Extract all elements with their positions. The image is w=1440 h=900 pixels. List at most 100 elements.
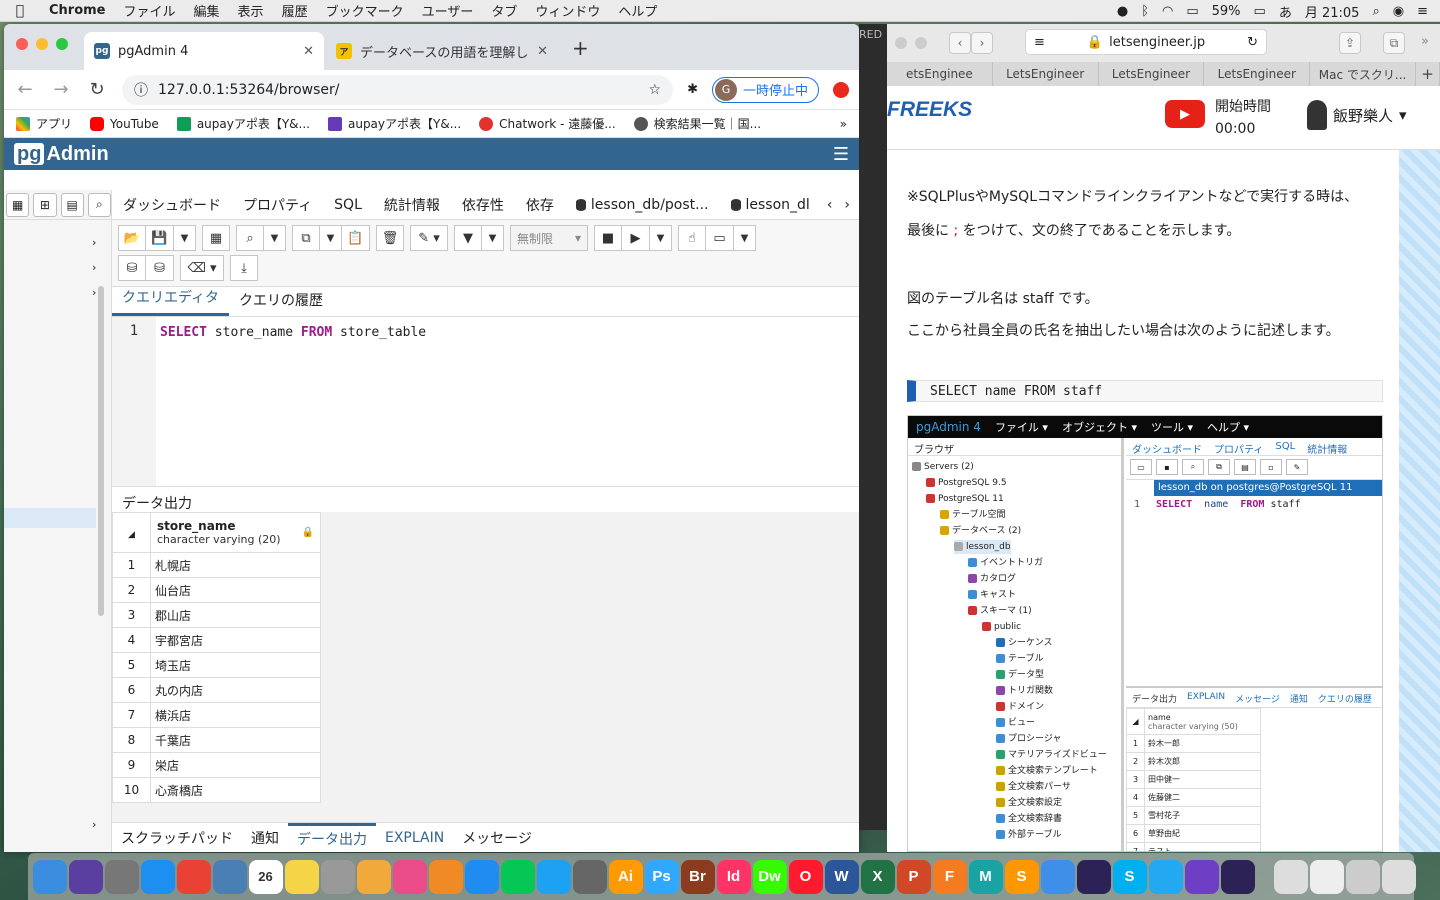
omnibox[interactable]: ⓘ 127.0.0.1:53264/browser/ ☆ [122, 74, 674, 105]
reader-icon[interactable]: ≡ [1034, 35, 1045, 50]
find-icon[interactable]: ⌕ [236, 225, 264, 251]
vscode-icon[interactable] [1148, 859, 1183, 894]
user-menu[interactable]: 飯野樂人 ▾ [1307, 100, 1407, 130]
more-icon[interactable]: » [1421, 34, 1429, 49]
bookmark-youtube[interactable]: YouTube [90, 116, 159, 131]
bookmark-aupay-2[interactable]: aupayアポ表【Y&... [327, 115, 461, 132]
commit-icon[interactable]: ☝ [678, 225, 706, 251]
edit-grid-icon[interactable]: ▦ [202, 225, 230, 251]
menu-bookmarks[interactable]: ブックマーク [317, 1, 413, 20]
maps-icon[interactable] [1040, 859, 1075, 894]
copy-icon[interactable]: ⧉ [292, 225, 320, 251]
notification-center-icon[interactable]: ≡ [1417, 4, 1428, 19]
new-tab-button[interactable]: + [572, 36, 589, 60]
tab-explain[interactable]: EXPLAIN [376, 823, 453, 853]
view-data-icon[interactable]: ⊞ [33, 192, 57, 217]
row-number[interactable]: 5 [112, 652, 151, 678]
download-icon[interactable]: ⤓ [230, 255, 258, 281]
tab-pgadmin[interactable]: pg pgAdmin 4 ✕ [84, 32, 324, 70]
filter-dropdown-icon[interactable]: ▼ [482, 225, 504, 251]
tab-notifications[interactable]: 通知 [242, 823, 288, 853]
copy-dropdown-icon[interactable]: ▼ [320, 225, 342, 251]
tab-dependencies[interactable]: 依存性 [451, 195, 515, 215]
tab-database-terms[interactable]: ア データベースの用語を理解しよう ✕ [326, 32, 558, 70]
table-row[interactable]: 5 埼玉店 [112, 652, 321, 678]
downloads-folder-icon[interactable] [1310, 859, 1344, 894]
menu-edit[interactable]: 編集 [185, 1, 229, 20]
preview-icon[interactable] [212, 859, 247, 894]
tab-query-editor[interactable]: クエリエディタ [112, 287, 230, 316]
word-icon[interactable]: W [824, 859, 859, 894]
itunes-icon[interactable] [392, 859, 427, 894]
fusion360-icon[interactable]: F [932, 859, 967, 894]
update-icon[interactable] [833, 81, 849, 98]
table-cell[interactable]: 心斎橋店 [150, 777, 321, 803]
maya-icon[interactable]: M [968, 859, 1003, 894]
close-window-button[interactable] [895, 37, 907, 49]
table-cell[interactable]: 宇都宮店 [150, 627, 321, 653]
bookmark-apps[interactable]: アプリ [16, 115, 72, 132]
info-icon[interactable]: ⓘ [134, 80, 148, 100]
back-icon[interactable]: ‹ [949, 32, 971, 54]
sql-editor[interactable]: 1 SELECT store_name FROM store_table [112, 317, 859, 487]
tree-expanders[interactable]: › › › [92, 230, 96, 305]
forward-icon[interactable]: → [50, 79, 72, 100]
safari-tab[interactable]: Mac でスクリ... [1310, 62, 1416, 86]
sql-code[interactable]: SELECT store_name FROM store_table [160, 325, 426, 340]
photoshop-icon[interactable]: Ps [644, 859, 679, 894]
save-dropdown-icon[interactable]: ▼ [174, 225, 196, 251]
clock[interactable]: 月 21:05 [1305, 2, 1360, 21]
minimize-window-button[interactable] [36, 38, 48, 50]
menu-tab[interactable]: タブ [482, 1, 526, 20]
tab-query-lesson-dl[interactable]: lesson_dl [720, 197, 821, 213]
tab-scratch-pad[interactable]: スクラッチパッド [112, 823, 242, 853]
tree-scrollbar[interactable] [98, 286, 104, 616]
tab-query-history[interactable]: クエリの履歴 [229, 290, 333, 316]
line-icon[interactable] [500, 859, 535, 894]
table-cell[interactable]: 横浜店 [150, 702, 321, 728]
tabs-next-icon[interactable]: › [838, 197, 856, 213]
tab-data-output[interactable]: データ出力 [288, 822, 376, 853]
zoom-window-button[interactable] [56, 38, 68, 50]
tabs-overview-icon[interactable]: ⧉ [1383, 32, 1405, 54]
row-number[interactable]: 6 [112, 677, 151, 703]
table-row[interactable]: 6 丸の内店 [112, 677, 321, 703]
books-icon[interactable] [428, 859, 463, 894]
eclipse2-icon[interactable] [1220, 859, 1255, 894]
table-cell[interactable]: 千葉店 [150, 727, 321, 753]
column-header[interactable]: store_name character varying (20) 🔒 [150, 512, 321, 553]
filter-icon[interactable]: ▼ [454, 225, 482, 251]
menu-window[interactable]: ウィンドウ [526, 1, 609, 20]
tree-expander[interactable]: › [92, 818, 96, 831]
row-number[interactable]: 10 [112, 777, 151, 803]
bookmarks-overflow-icon[interactable]: » [840, 117, 847, 131]
textedit-icon[interactable] [320, 859, 355, 894]
row-number[interactable]: 9 [112, 752, 151, 778]
close-tab-icon[interactable]: ✕ [537, 44, 548, 59]
github-icon[interactable] [1184, 859, 1219, 894]
safari-address-bar[interactable]: ≡ 🔒 letsengineer.jp ↻ [1025, 29, 1267, 55]
safari-tab[interactable]: LetsEngineer [1099, 62, 1205, 86]
profile-pause-button[interactable]: G 一時停止中 [711, 76, 819, 103]
chrome-icon[interactable] [176, 859, 211, 894]
table-cell[interactable]: 埼玉店 [150, 652, 321, 678]
delete-icon[interactable]: 🗑 [376, 225, 404, 251]
tab-properties[interactable]: プロパティ [232, 195, 323, 215]
safari-tab[interactable]: LetsEngineer [1204, 62, 1311, 86]
reload-icon[interactable]: ↻ [86, 79, 108, 100]
minimize-window-button[interactable] [915, 37, 927, 49]
sublime-icon[interactable]: S [1004, 859, 1039, 894]
table-row[interactable]: 3 郡山店 [112, 602, 321, 628]
system-preferences-icon[interactable] [572, 859, 607, 894]
search-icon[interactable]: ⌕ [87, 192, 111, 217]
bookmark-search-results[interactable]: 検索結果一覧｜国... [633, 115, 761, 132]
macros-icon[interactable]: ▭ [706, 225, 734, 251]
illustrator-icon[interactable]: Ai [608, 859, 643, 894]
app-store-icon[interactable] [464, 859, 499, 894]
table-row[interactable]: 8 千葉店 [112, 727, 321, 753]
bluetooth-icon[interactable]: ᛒ [1141, 4, 1149, 19]
table-cell[interactable]: 郡山店 [150, 602, 321, 628]
launchpad-icon[interactable] [104, 859, 139, 894]
battery-percent[interactable]: 59% [1212, 4, 1241, 19]
close-window-button[interactable] [16, 38, 28, 50]
